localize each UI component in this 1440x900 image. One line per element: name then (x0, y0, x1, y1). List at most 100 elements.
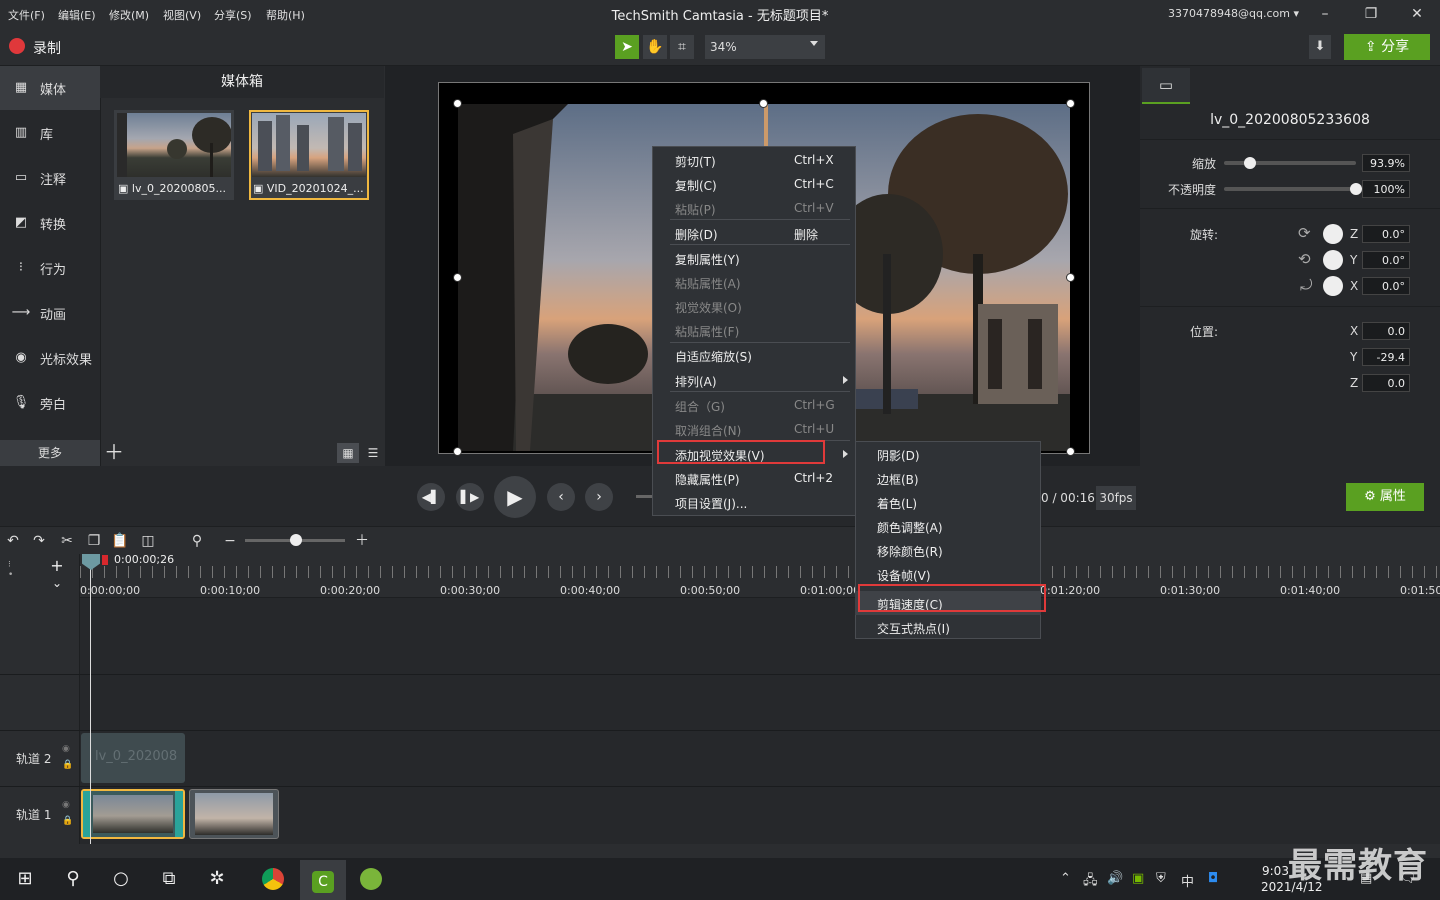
clip-lv-selected[interactable] (81, 789, 185, 839)
clip-vid[interactable] (189, 789, 279, 839)
ghost-clip[interactable]: lv_0_202008 (81, 733, 185, 783)
sidebar-item-animations[interactable]: ⟶ 动画 (0, 291, 100, 335)
rotation-x-dial[interactable] (1323, 276, 1343, 296)
copy-icon[interactable]: ❐ (85, 532, 103, 550)
sidebar-item-cursor-effects[interactable]: ◉ 光标效果 (0, 336, 100, 380)
resize-handle[interactable] (1066, 99, 1075, 108)
shield-icon[interactable]: ⛨ (1156, 871, 1166, 886)
record-button[interactable]: 录制 (33, 38, 61, 58)
add-track-icon[interactable]: + (42, 556, 72, 575)
opacity-field[interactable]: 100% (1362, 180, 1410, 198)
timeline-scrollbar[interactable] (80, 844, 1440, 858)
volume-icon[interactable]: 🔊 (1107, 871, 1123, 886)
context-menu-item[interactable]: 剪切(T) Ctrl+X (652, 148, 856, 172)
sidebar-item-annotations[interactable]: ▭ 注释 (0, 156, 100, 200)
nvidia-icon[interactable]: ▣ (1132, 871, 1144, 886)
share-button[interactable]: ⇪ 分享 (1344, 34, 1430, 60)
step-back-icon[interactable]: ◀▌ (417, 483, 445, 511)
undo-icon[interactable]: ↶ (4, 532, 22, 550)
submenu-item[interactable]: 边框(B) (855, 466, 1041, 490)
chevron-down-icon[interactable]: ⌄ (42, 576, 72, 594)
more-button[interactable]: 更多 (0, 440, 100, 466)
zoom-out-icon[interactable]: − (221, 532, 239, 550)
trim-handle-right[interactable] (175, 791, 183, 837)
lock-icon[interactable]: 🔒 (62, 816, 73, 826)
opacity-slider-knob[interactable] (1350, 183, 1362, 195)
hand-tool-icon[interactable]: ✋ (643, 35, 667, 59)
submenu-item[interactable]: 颜色调整(A) (855, 514, 1041, 538)
position-y-field[interactable]: -29.4 (1362, 348, 1410, 366)
record-icon[interactable] (9, 38, 25, 54)
network-icon[interactable]: 🖧 (1083, 871, 1098, 893)
paste-icon[interactable]: 📋 (111, 532, 129, 550)
rotation-y-dial[interactable] (1323, 250, 1343, 270)
eye-icon[interactable]: ◉ (62, 800, 70, 810)
submenu-item[interactable]: 交互式热点(I) (855, 615, 1041, 639)
close-icon[interactable]: ✕ (1407, 4, 1427, 24)
position-z-field[interactable]: 0.0 (1362, 374, 1410, 392)
restore-icon[interactable]: ❐ (1361, 4, 1381, 24)
account-menu[interactable]: 3370478948@qq.com ▾ (1168, 7, 1299, 20)
select-tool-icon[interactable]: ➤ (615, 35, 639, 59)
opacity-slider[interactable] (1224, 187, 1356, 191)
sidebar-item-voice-narration[interactable]: 🎙 旁白 (0, 381, 100, 425)
windows-start-icon[interactable]: ⊞ (12, 866, 38, 892)
pinwheel-app-icon[interactable]: ✲ (204, 866, 230, 892)
sidebar-item-behaviors[interactable]: ⁝ 行为 (0, 246, 100, 290)
resize-handle[interactable] (1066, 273, 1075, 282)
context-menu-item[interactable]: 删除(D) 删除 (652, 221, 856, 245)
minimize-icon[interactable]: – (1315, 4, 1335, 24)
properties-button[interactable]: ⚙ 属性 (1346, 483, 1424, 511)
zoom-search-icon[interactable]: ⚲ (188, 532, 206, 550)
rotation-y-field[interactable]: 0.0° (1362, 251, 1410, 269)
context-menu-item[interactable]: 排列(A) (652, 368, 856, 392)
media-item[interactable]: ▣ lv_0_20200805... (114, 110, 234, 200)
media-item[interactable]: ▣ VID_20201024_... (249, 110, 369, 200)
cortana-icon[interactable]: ○ (108, 866, 134, 892)
previous-marker-icon[interactable]: ‹ (547, 483, 575, 511)
redo-icon[interactable]: ↷ (30, 532, 48, 550)
grid-view-icon[interactable]: ▦ (337, 443, 359, 463)
context-menu-item[interactable]: 复制属性(Y) (652, 246, 856, 270)
rotation-z-dial[interactable] (1323, 224, 1343, 244)
play-icon[interactable]: ▶ (494, 476, 536, 518)
clock-time[interactable]: 9:03 (1262, 864, 1289, 878)
resize-handle[interactable] (453, 99, 462, 108)
lock-icon[interactable]: 🔒 (62, 760, 73, 770)
context-menu-item[interactable]: 隐藏属性(P) Ctrl+2 (652, 466, 856, 490)
submenu-item[interactable]: 阴影(D) (855, 442, 1041, 466)
search-icon[interactable]: ⚲ (60, 866, 86, 892)
chevron-up-icon[interactable]: ⌃ (1060, 871, 1071, 886)
context-menu-item[interactable]: 自适应缩放(S) (652, 343, 856, 367)
sidebar-item-transitions[interactable]: ◩ 转换 (0, 201, 100, 245)
visual-properties-tab-icon[interactable]: ▭ (1142, 68, 1190, 104)
zoom-in-icon[interactable]: ＋ (353, 532, 371, 550)
position-x-field[interactable]: 0.0 (1362, 322, 1410, 340)
context-menu-item[interactable]: 复制(C) Ctrl+C (652, 172, 856, 196)
ime-icon[interactable]: 中 (1181, 871, 1194, 890)
next-marker-icon[interactable]: › (585, 483, 613, 511)
rotation-x-field[interactable]: 0.0° (1362, 277, 1410, 295)
crop-tool-icon[interactable]: ⌗ (670, 35, 694, 59)
step-forward-icon[interactable]: ▌▶ (456, 483, 484, 511)
melon-app-icon[interactable] (358, 866, 384, 892)
scale-field[interactable]: 93.9% (1362, 154, 1410, 172)
submenu-item[interactable]: 着色(L) (855, 490, 1041, 514)
cut-icon[interactable]: ✂ (58, 532, 76, 550)
eye-icon[interactable]: ◉ (62, 744, 70, 754)
download-icon[interactable]: ⬇ (1309, 35, 1331, 59)
list-view-icon[interactable]: ☰ (363, 443, 383, 463)
split-icon[interactable]: ◫ (139, 532, 157, 550)
magnet-icon[interactable]: ⁝ • (8, 560, 16, 590)
camtasia-icon[interactable]: C (310, 866, 336, 893)
sidebar-item-media[interactable]: ▦ 媒体 (0, 66, 100, 110)
add-media-icon[interactable]: ＋ (104, 440, 124, 464)
chrome-icon[interactable] (260, 866, 286, 892)
resize-handle[interactable] (759, 99, 768, 108)
resize-handle[interactable] (453, 273, 462, 282)
resize-handle[interactable] (453, 447, 462, 456)
timeline-zoom-knob[interactable] (290, 534, 302, 546)
sidebar-item-library[interactable]: ▥ 库 (0, 111, 100, 155)
rotation-z-field[interactable]: 0.0° (1362, 225, 1410, 243)
submenu-item[interactable]: 设备帧(V) (855, 562, 1041, 586)
